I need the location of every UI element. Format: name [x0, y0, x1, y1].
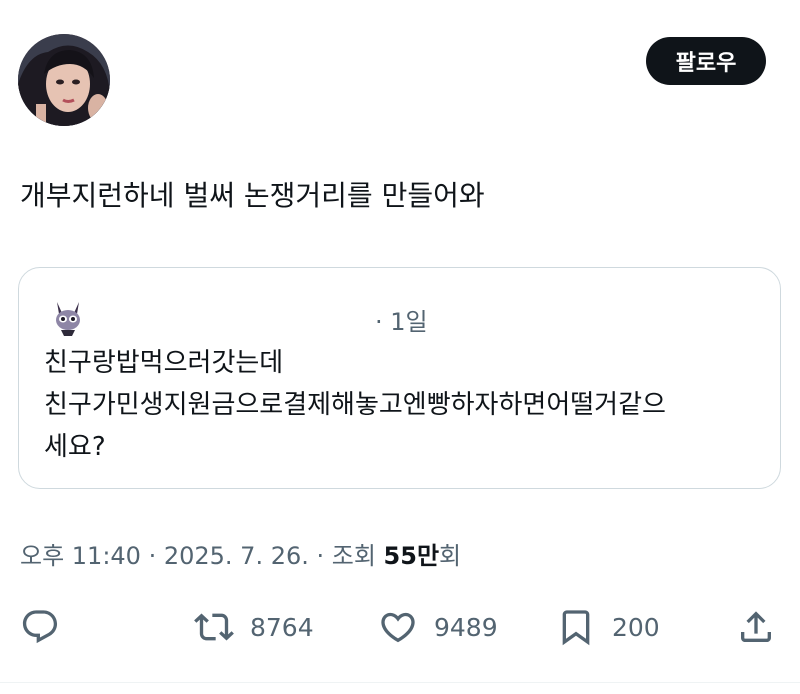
bookmark-button[interactable]: 200: [556, 600, 660, 654]
quoted-tweet-line: 친구가민생지원금으로결제해놓고엔빵하자하면어떨거같으: [44, 390, 666, 420]
divider: [0, 682, 800, 683]
retweet-count: 8764: [250, 612, 314, 642]
quoted-tweet-text: 친구랑밥먹으러갓는데 친구가민생지원금으로결제해놓고엔빵하자하면어떨거같으 세요…: [44, 342, 764, 468]
bookmark-icon: [562, 610, 590, 646]
quoted-author-avatar[interactable]: [47, 296, 89, 338]
like-button[interactable]: 9489: [378, 600, 498, 654]
share-icon: [741, 611, 771, 642]
bookmark-count: 200: [612, 612, 660, 642]
tweet-meta: 오후 11:40 · 2025. 7. 26. · 조회 55만 회: [20, 536, 461, 571]
retweet-icon: [194, 613, 234, 641]
views-suffix: 회: [439, 542, 462, 570]
action-bar: 8764 9489 200: [0, 600, 800, 654]
tweet-timestamp[interactable]: 오후 11:40 · 2025. 7. 26. · 조회: [20, 536, 384, 571]
tweet-text: 개부지런하네 벌써 논쟁거리를 만들어와: [20, 179, 485, 212]
heart-icon: [381, 612, 415, 643]
retweet-button[interactable]: 8764: [194, 600, 314, 654]
follow-button[interactable]: 팔로우: [646, 37, 766, 85]
quoted-tweet-line: 친구랑밥먹으러갓는데: [44, 348, 284, 378]
author-avatar[interactable]: [18, 34, 110, 126]
quoted-tweet-time: · 1일: [375, 308, 428, 336]
reply-icon: [22, 610, 58, 644]
quoted-tweet[interactable]: · 1일 친구랑밥먹으러갓는데 친구가민생지원금으로결제해놓고엔빵하자하면어떨거…: [18, 267, 781, 489]
reply-button[interactable]: [20, 600, 60, 654]
views-count: 55만: [383, 542, 440, 570]
share-button[interactable]: [736, 600, 776, 654]
like-count: 9489: [434, 612, 498, 642]
quoted-tweet-line: 세요?: [44, 432, 106, 462]
